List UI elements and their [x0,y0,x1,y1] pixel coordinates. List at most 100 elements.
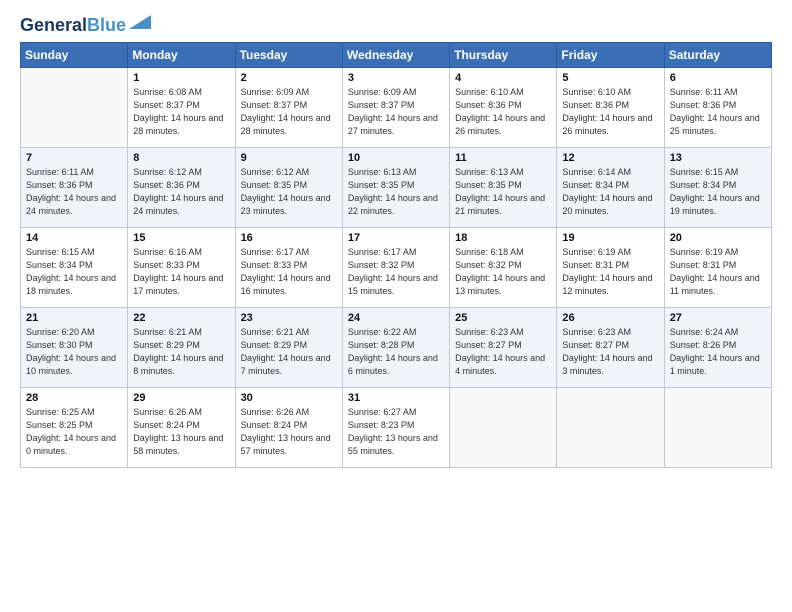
day-number: 16 [241,232,337,244]
day-number: 19 [562,232,658,244]
cell-content: Sunrise: 6:09 AM Sunset: 8:37 PM Dayligh… [348,86,444,138]
cell-content: Sunrise: 6:20 AM Sunset: 8:30 PM Dayligh… [26,326,122,378]
cell-content: Sunrise: 6:25 AM Sunset: 8:25 PM Dayligh… [26,406,122,458]
table-row: 3 Sunrise: 6:09 AM Sunset: 8:37 PM Daylig… [342,67,449,147]
day-number: 9 [241,152,337,164]
calendar-week-row: 28Sunrise: 6:25 AM Sunset: 8:25 PM Dayli… [21,387,772,467]
table-row: 28Sunrise: 6:25 AM Sunset: 8:25 PM Dayli… [21,387,128,467]
table-row: 17 Sunrise: 6:17 AM Sunset: 8:32 PM Dayli… [342,227,449,307]
cell-content: Sunrise: 6:22 AM Sunset: 8:28 PM Dayligh… [348,326,444,378]
cell-content: Sunrise: 6:21 AM Sunset: 8:29 PM Dayligh… [133,326,229,378]
cell-content: Sunrise: 6:10 AM Sunset: 8:36 PM Dayligh… [562,86,658,138]
cell-content: Sunrise: 6:19 AM Sunset: 8:31 PM Dayligh… [562,246,658,298]
table-row: 12 Sunrise: 6:14 AM Sunset: 8:34 PM Dayli… [557,147,664,227]
calendar-week-row: 14 Sunrise: 6:15 AM Sunset: 8:34 PM Dayli… [21,227,772,307]
table-row [664,387,771,467]
cell-content: Sunrise: 6:09 AM Sunset: 8:37 PM Dayligh… [241,86,337,138]
header-thursday: Thursday [450,42,557,67]
header: GeneralBlue [20,16,772,36]
table-row: 21 Sunrise: 6:20 AM Sunset: 8:30 PM Dayli… [21,307,128,387]
day-number: 12 [562,152,658,164]
cell-content: Sunrise: 6:23 AM Sunset: 8:27 PM Dayligh… [562,326,658,378]
day-number: 11 [455,152,551,164]
cell-content: Sunrise: 6:11 AM Sunset: 8:36 PM Dayligh… [26,166,122,218]
cell-content: Sunrise: 6:19 AM Sunset: 8:31 PM Dayligh… [670,246,766,298]
cell-content: Sunrise: 6:13 AM Sunset: 8:35 PM Dayligh… [348,166,444,218]
day-number: 14 [26,232,122,244]
day-number: 5 [562,72,658,84]
cell-content: Sunrise: 6:11 AM Sunset: 8:36 PM Dayligh… [670,86,766,138]
cell-content: Sunrise: 6:26 AM Sunset: 8:24 PM Dayligh… [133,406,229,458]
cell-content: Sunrise: 6:27 AM Sunset: 8:23 PM Dayligh… [348,406,444,458]
page-container: GeneralBlue Sunday Monday Tuesday Wednes… [0,0,792,478]
day-number: 10 [348,152,444,164]
cell-content: Sunrise: 6:18 AM Sunset: 8:32 PM Dayligh… [455,246,551,298]
cell-content: Sunrise: 6:15 AM Sunset: 8:34 PM Dayligh… [26,246,122,298]
table-row: 7Sunrise: 6:11 AM Sunset: 8:36 PM Daylig… [21,147,128,227]
table-row [557,387,664,467]
header-wednesday: Wednesday [342,42,449,67]
table-row: 27Sunrise: 6:24 AM Sunset: 8:26 PM Dayli… [664,307,771,387]
day-number: 17 [348,232,444,244]
table-row: 25Sunrise: 6:23 AM Sunset: 8:27 PM Dayli… [450,307,557,387]
table-row: 1 Sunrise: 6:08 AM Sunset: 8:37 PM Daylig… [128,67,235,147]
table-row: 26 Sunrise: 6:23 AM Sunset: 8:27 PM Dayli… [557,307,664,387]
logo-text: GeneralBlue [20,16,126,36]
day-number: 29 [133,392,229,404]
table-row: 16 Sunrise: 6:17 AM Sunset: 8:33 PM Dayli… [235,227,342,307]
table-row [21,67,128,147]
calendar-table: Sunday Monday Tuesday Wednesday Thursday… [20,42,772,468]
calendar-week-row: 7Sunrise: 6:11 AM Sunset: 8:36 PM Daylig… [21,147,772,227]
logo: GeneralBlue [20,16,151,36]
cell-content: Sunrise: 6:08 AM Sunset: 8:37 PM Dayligh… [133,86,229,138]
day-number: 15 [133,232,229,244]
cell-content: Sunrise: 6:17 AM Sunset: 8:33 PM Dayligh… [241,246,337,298]
logo-icon [129,15,151,29]
day-number: 3 [348,72,444,84]
day-number: 6 [670,72,766,84]
day-number: 23 [241,312,337,324]
table-row: 4Sunrise: 6:10 AM Sunset: 8:36 PM Daylig… [450,67,557,147]
cell-content: Sunrise: 6:17 AM Sunset: 8:32 PM Dayligh… [348,246,444,298]
table-row: 30Sunrise: 6:26 AM Sunset: 8:24 PM Dayli… [235,387,342,467]
table-row: 9 Sunrise: 6:12 AM Sunset: 8:35 PM Daylig… [235,147,342,227]
cell-content: Sunrise: 6:21 AM Sunset: 8:29 PM Dayligh… [241,326,337,378]
cell-content: Sunrise: 6:12 AM Sunset: 8:36 PM Dayligh… [133,166,229,218]
calendar-week-row: 1 Sunrise: 6:08 AM Sunset: 8:37 PM Daylig… [21,67,772,147]
table-row: 15 Sunrise: 6:16 AM Sunset: 8:33 PM Dayli… [128,227,235,307]
day-number: 20 [670,232,766,244]
table-row: 20 Sunrise: 6:19 AM Sunset: 8:31 PM Dayli… [664,227,771,307]
table-row: 8 Sunrise: 6:12 AM Sunset: 8:36 PM Daylig… [128,147,235,227]
day-number: 2 [241,72,337,84]
day-number: 22 [133,312,229,324]
day-number: 1 [133,72,229,84]
table-row [450,387,557,467]
table-row: 5 Sunrise: 6:10 AM Sunset: 8:36 PM Daylig… [557,67,664,147]
table-row: 11 Sunrise: 6:13 AM Sunset: 8:35 PM Dayli… [450,147,557,227]
cell-content: Sunrise: 6:14 AM Sunset: 8:34 PM Dayligh… [562,166,658,218]
day-number: 4 [455,72,551,84]
day-number: 31 [348,392,444,404]
header-sunday: Sunday [21,42,128,67]
day-number: 13 [670,152,766,164]
table-row: 2 Sunrise: 6:09 AM Sunset: 8:37 PM Daylig… [235,67,342,147]
table-row: 18Sunrise: 6:18 AM Sunset: 8:32 PM Dayli… [450,227,557,307]
day-number: 25 [455,312,551,324]
day-number: 27 [670,312,766,324]
table-row: 23 Sunrise: 6:21 AM Sunset: 8:29 PM Dayli… [235,307,342,387]
table-row: 14 Sunrise: 6:15 AM Sunset: 8:34 PM Dayli… [21,227,128,307]
table-row: 6 Sunrise: 6:11 AM Sunset: 8:36 PM Daylig… [664,67,771,147]
header-friday: Friday [557,42,664,67]
day-number: 26 [562,312,658,324]
cell-content: Sunrise: 6:12 AM Sunset: 8:35 PM Dayligh… [241,166,337,218]
day-number: 24 [348,312,444,324]
cell-content: Sunrise: 6:16 AM Sunset: 8:33 PM Dayligh… [133,246,229,298]
cell-content: Sunrise: 6:13 AM Sunset: 8:35 PM Dayligh… [455,166,551,218]
table-row: 31 Sunrise: 6:27 AM Sunset: 8:23 PM Dayli… [342,387,449,467]
table-row: 24 Sunrise: 6:22 AM Sunset: 8:28 PM Dayli… [342,307,449,387]
table-row: 19 Sunrise: 6:19 AM Sunset: 8:31 PM Dayli… [557,227,664,307]
day-number: 21 [26,312,122,324]
table-row: 10 Sunrise: 6:13 AM Sunset: 8:35 PM Dayli… [342,147,449,227]
table-row: 22 Sunrise: 6:21 AM Sunset: 8:29 PM Dayli… [128,307,235,387]
day-number: 8 [133,152,229,164]
